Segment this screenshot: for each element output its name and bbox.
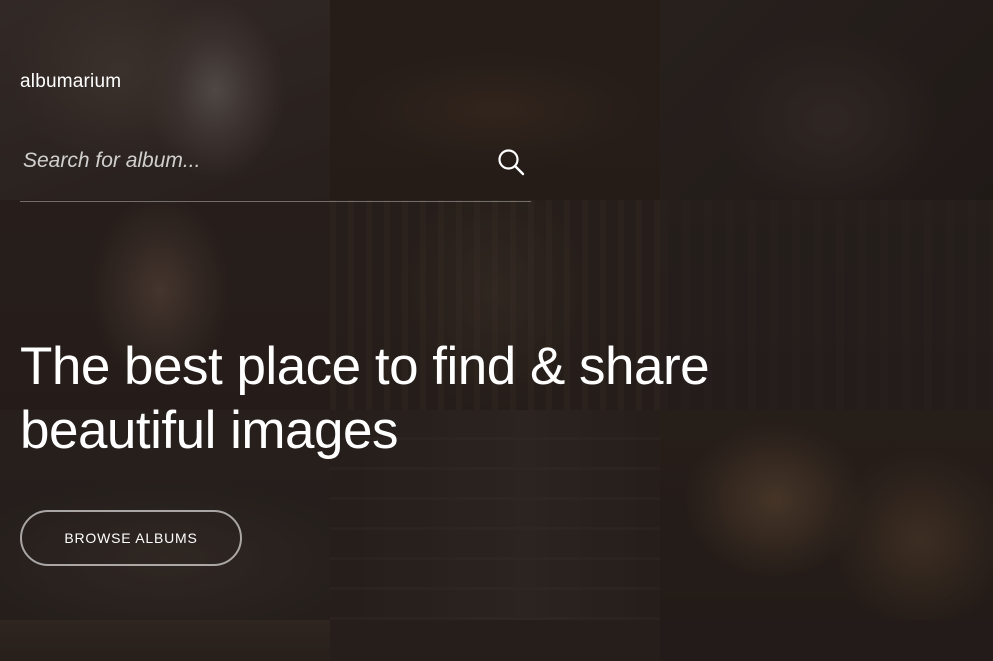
home-page: albumarium The best place to find & shar… <box>0 0 993 661</box>
search-bar <box>20 138 531 202</box>
hero-headline-line-2: beautiful images <box>20 401 398 460</box>
hero-headline: The best place to find & share beautiful… <box>20 335 780 463</box>
search-icon <box>494 145 528 179</box>
search-input[interactable] <box>20 138 483 184</box>
browse-albums-button[interactable]: BROWSE ALBUMS <box>20 510 242 566</box>
site-logo[interactable]: albumarium <box>20 71 121 93</box>
hero-headline-line-1: The best place to find & share <box>20 337 710 396</box>
search-button[interactable] <box>494 145 528 179</box>
